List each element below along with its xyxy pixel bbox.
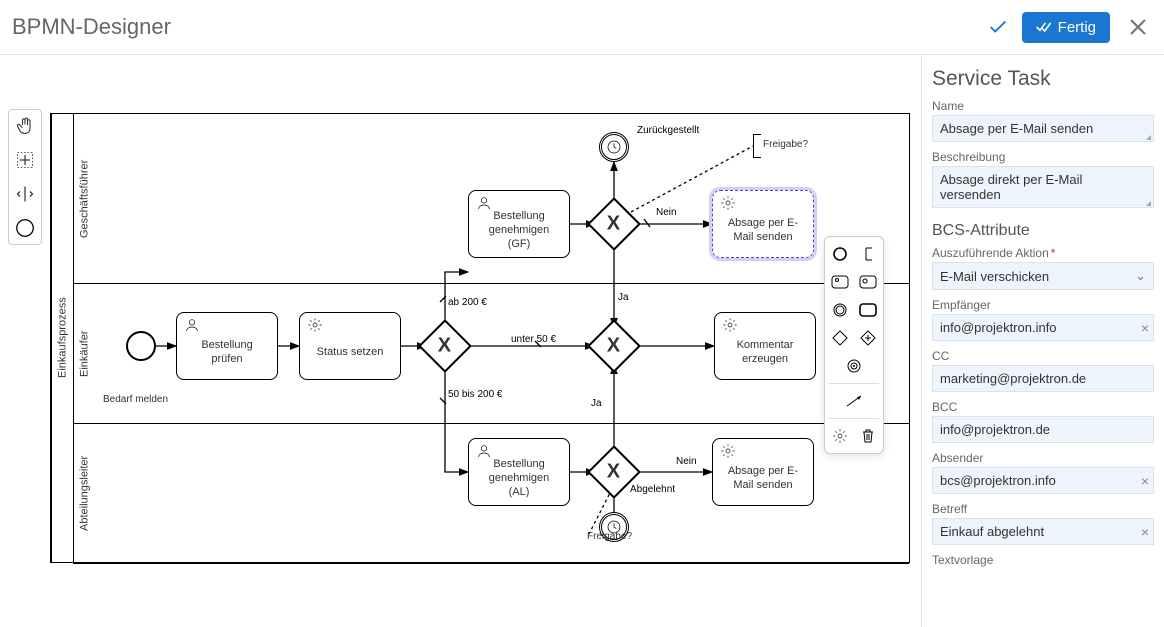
- label-recipient: Empfänger: [932, 298, 1154, 312]
- space-tool[interactable]: [13, 182, 37, 206]
- input-recipient[interactable]: info@projektron.info ×: [932, 314, 1154, 341]
- ctx-append-task[interactable]: [857, 299, 879, 321]
- label-unter50: unter 50 €: [511, 334, 556, 345]
- task-pruefen[interactable]: Bestellung prüfen: [176, 312, 278, 380]
- ctx-change-type[interactable]: [857, 327, 879, 349]
- ctx-wrench[interactable]: [829, 425, 851, 447]
- gear-icon: [721, 317, 739, 335]
- clear-icon[interactable]: ×: [1141, 473, 1149, 489]
- input-bcc[interactable]: info@projektron.de: [932, 416, 1154, 443]
- clear-icon[interactable]: ×: [1141, 320, 1149, 336]
- gear-icon: [306, 317, 324, 335]
- user-icon: [475, 443, 493, 461]
- properties-panel: Service Task Name Absage per E-Mail send…: [921, 55, 1164, 627]
- label-action: Auszuführende Aktion: [932, 246, 1154, 260]
- ctx-append-annotation[interactable]: [857, 243, 879, 265]
- close-button[interactable]: [1124, 13, 1152, 41]
- label-nein-gf: Nein: [656, 207, 677, 218]
- ctx-append-gateway[interactable]: [829, 327, 851, 349]
- ctx-append-intermediate-event[interactable]: [829, 299, 851, 321]
- select-action[interactable]: E-Mail verschicken ⌄: [932, 262, 1154, 290]
- ctx-append-user-task[interactable]: [829, 271, 851, 293]
- task-gen-gf[interactable]: Bestellung genehmigen (GF): [468, 190, 570, 258]
- tool-palette: [8, 109, 42, 245]
- clear-icon[interactable]: ×: [1141, 524, 1149, 540]
- label-ja-gf: Ja: [618, 292, 629, 303]
- ctx-append-service-task[interactable]: [857, 271, 879, 293]
- label-bcc: BCC: [932, 400, 1154, 414]
- task-status[interactable]: Status setzen: [299, 312, 401, 380]
- context-pad: [824, 236, 884, 454]
- input-cc[interactable]: marketing@projektron.de: [932, 365, 1154, 392]
- props-section-bcs: BCS-Attribute: [932, 222, 1154, 240]
- chevron-down-icon: ⌄: [1135, 268, 1146, 284]
- ctx-connect[interactable]: [829, 390, 879, 412]
- label-subject: Betreff: [932, 502, 1154, 516]
- props-heading: Service Task: [932, 67, 1154, 91]
- label-nein-al: Nein: [676, 456, 697, 467]
- lasso-tool[interactable]: [13, 148, 37, 172]
- start-event[interactable]: [126, 331, 156, 361]
- task-gen-al[interactable]: Bestellung genehmigen (AL): [468, 438, 570, 506]
- app-header: BPMN-Designer Fertig: [0, 0, 1164, 55]
- create-start-event-tool[interactable]: [13, 216, 37, 240]
- done-button[interactable]: Fertig: [1022, 12, 1110, 43]
- annotation-freigabe-al: Freigabe?: [587, 531, 632, 542]
- bpmn-canvas[interactable]: Einkaufsprozess Geschäftsführer Einkäufe…: [0, 55, 921, 627]
- double-check-icon: [1036, 20, 1052, 34]
- page-title: BPMN-Designer: [12, 14, 171, 40]
- task-absage-al[interactable]: Absage per E-Mail senden: [712, 438, 814, 506]
- label-cc: CC: [932, 349, 1154, 363]
- bpmn-pool[interactable]: Einkaufsprozess Geschäftsführer Einkäufe…: [50, 113, 910, 563]
- ctx-delete[interactable]: [857, 425, 879, 447]
- input-desc[interactable]: Absage direkt per E-Mail versenden: [932, 166, 1154, 208]
- ctx-append-end-event[interactable]: [829, 243, 851, 265]
- pool-label: Einkaufsprozess: [51, 114, 73, 562]
- lane-label: Geschäftsführer: [73, 114, 95, 283]
- lane-label: Abteilungsleiter: [73, 424, 95, 563]
- label-bedarf: Bedarf melden: [103, 394, 168, 405]
- clock-icon: [605, 138, 623, 156]
- hand-tool[interactable]: [13, 114, 37, 138]
- close-icon: [1129, 18, 1147, 36]
- task-absage-gf[interactable]: Absage per E-Mail senden: [712, 190, 814, 258]
- gear-icon: [719, 443, 737, 461]
- ctx-bullseye[interactable]: [829, 355, 879, 377]
- label-bis200: 50 bis 200 €: [448, 389, 503, 400]
- label-zurueck: Zurückgestellt: [637, 125, 699, 136]
- label-template: Textvorlage: [932, 553, 1154, 567]
- validate-button[interactable]: [984, 13, 1012, 41]
- user-icon: [475, 195, 493, 213]
- label-desc: Beschreibung: [932, 150, 1154, 164]
- timer-event-gf[interactable]: [599, 132, 629, 162]
- label-ja-al: Ja: [591, 398, 602, 409]
- gear-icon: [719, 195, 737, 213]
- label-sender: Absender: [932, 451, 1154, 465]
- label-abgelehnt: Abgelehnt: [630, 484, 675, 495]
- label-ab200: ab 200 €: [448, 297, 487, 308]
- input-sender[interactable]: bcs@projektron.info ×: [932, 467, 1154, 494]
- label-name: Name: [932, 99, 1154, 113]
- user-icon: [183, 317, 201, 335]
- lane-label: Einkäufer: [73, 284, 95, 423]
- task-kommentar[interactable]: Kommentar erzeugen: [714, 312, 816, 380]
- input-subject[interactable]: Einkauf abgelehnt ×: [932, 518, 1154, 545]
- input-name[interactable]: Absage per E-Mail senden: [932, 115, 1154, 142]
- annotation-freigabe-gf: Freigabe?: [763, 139, 808, 150]
- annotation-bracket: [753, 134, 761, 158]
